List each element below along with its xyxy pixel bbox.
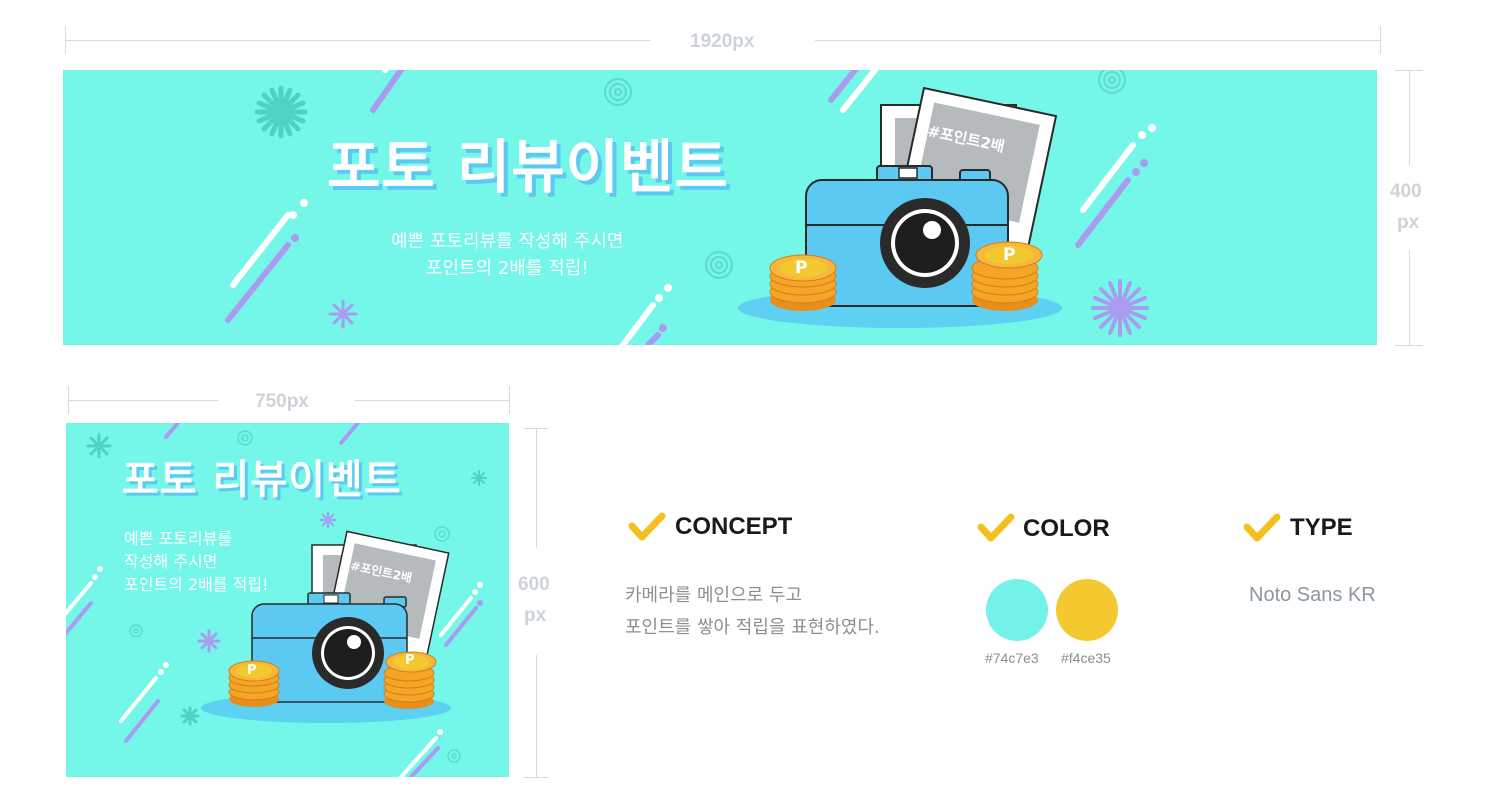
checkmark-icon: [1243, 513, 1281, 542]
wide-width-label: 1920px: [690, 31, 755, 52]
subtitle-line: 예쁜 포토리뷰를 작성해 주시면: [391, 231, 624, 252]
flower-burst-icon: [328, 299, 358, 329]
coin-letter: P: [795, 258, 808, 278]
color-swatch-cyan: [986, 579, 1048, 641]
square-banner-subtitle: 예쁜 포토리뷰를 작성해 주시면 포인트의 2배를 적립!: [124, 527, 269, 596]
checkmark-icon: [628, 512, 666, 541]
color-title: COLOR: [1023, 515, 1110, 542]
coin-letter: P: [1003, 245, 1016, 265]
flower-burst-icon: [180, 706, 200, 726]
color-swatch-label: #f4ce35: [1061, 650, 1111, 666]
flower-burst-icon: [86, 433, 112, 459]
concept-title: CONCEPT: [675, 513, 793, 540]
flower-burst-icon: [197, 629, 221, 653]
wide-banner: #포인트2배 P P 포토 리뷰이벤트 예쁜 포토리뷰를 작성해 주시면 포인트…: [63, 70, 1377, 345]
font-name: Noto Sans KR: [1249, 584, 1376, 606]
flower-burst-icon: [1091, 279, 1149, 337]
subtitle-line: 예쁜 포토리뷰를: [124, 529, 233, 548]
wide-banner-decorations: [225, 70, 1156, 345]
subtitle-line: 포인트의 2배를 적립!: [425, 258, 589, 279]
wide-banner-title: 포토 리뷰이벤트: [327, 133, 729, 201]
flower-burst-icon: [320, 512, 336, 528]
square-banner: #포인트2배 P P 포토 리뷰이벤트 예쁜 포토리뷰를 작성해 주시면 포인트…: [66, 423, 509, 777]
color-swatch-yellow: [1056, 579, 1118, 641]
square-height-label: 600: [518, 574, 550, 595]
concept-line: 카메라를 메인으로 두고: [625, 585, 803, 606]
flower-burst-icon: [254, 85, 308, 139]
type-title: TYPE: [1290, 514, 1353, 541]
coin-letter: P: [405, 653, 415, 668]
square-height-unit: px: [524, 605, 547, 626]
square-width-label: 750px: [255, 391, 309, 412]
checkmark-icon: [977, 513, 1015, 542]
concept-line: 포인트를 쌓아 적립을 표현하였다.: [625, 617, 880, 638]
square-banner-title: 포토 리뷰이벤트: [122, 457, 402, 503]
subtitle-line: 작성해 주시면: [124, 552, 218, 571]
wide-banner-subtitle: 예쁜 포토리뷰를 작성해 주시면 포인트의 2배를 적립!: [391, 228, 623, 282]
coin-letter: P: [247, 663, 257, 678]
wide-height-unit: px: [1397, 212, 1420, 233]
subtitle-line: 포인트의 2배를 적립!: [124, 575, 269, 594]
concept-description: 카메라를 메인으로 두고 포인트를 쌓아 적립을 표현하였다.: [625, 580, 880, 644]
flower-burst-icon: [471, 470, 487, 486]
wide-height-label: 400: [1390, 181, 1422, 202]
color-swatch-label: #74c7e3: [985, 650, 1039, 666]
